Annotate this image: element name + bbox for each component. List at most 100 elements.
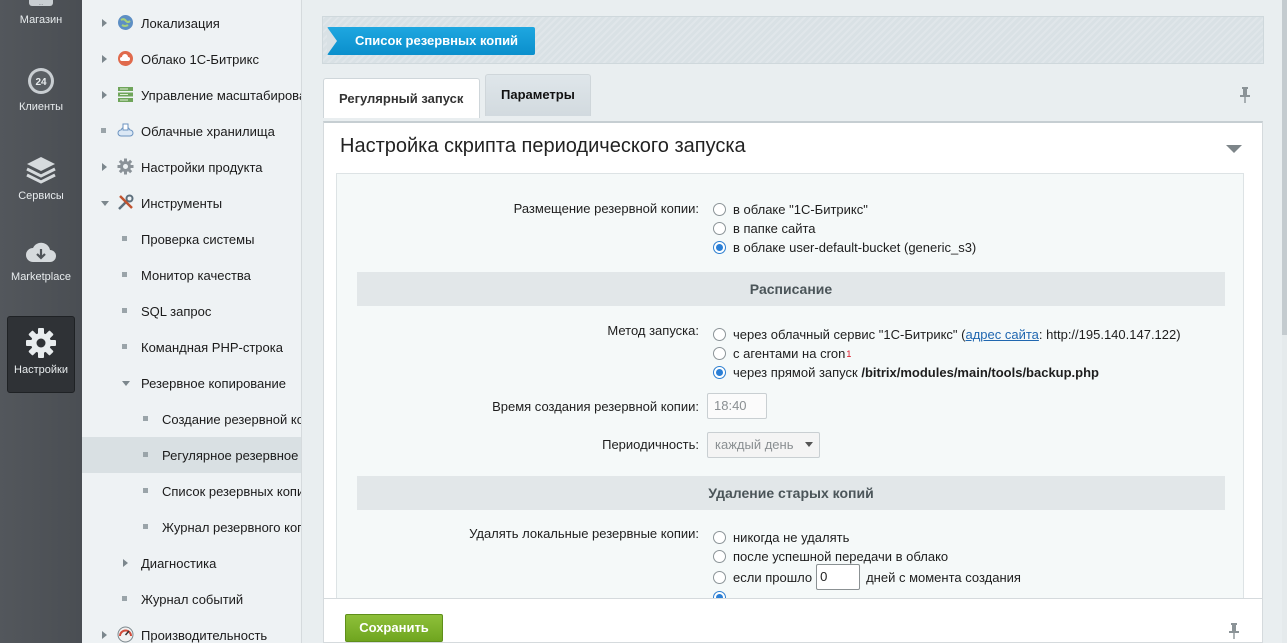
pin-icon[interactable]	[1229, 623, 1239, 639]
clients-24-icon: 24	[28, 68, 54, 94]
period-select[interactable]: каждый день	[707, 432, 820, 458]
method-option-cron-agents[interactable]: с агентами на cron 1	[713, 346, 851, 361]
menu-item-backup-log[interactable]: Журнал резервного коп	[82, 509, 301, 545]
pin-icon[interactable]	[1240, 87, 1250, 103]
placement-option-bitrix-cloud[interactable]: в облаке "1С-Битрикс"	[713, 202, 868, 217]
method-option-direct-run[interactable]: через прямой запуск /bitrix/modules/main…	[713, 365, 1099, 380]
menu-label: Управление масштабирова	[141, 87, 302, 103]
script-path: /bitrix/modules/main/tools/backup.php	[861, 365, 1099, 380]
menu-item-product-settings[interactable]: Настройки продукта	[82, 149, 301, 185]
delete-option-never[interactable]: никогда не удалять	[713, 530, 849, 545]
delete-option-after-days[interactable]: если прошло 0 дней с момента создания	[713, 564, 1021, 590]
menu-label: Монитор качества	[141, 267, 251, 283]
menu-item-performance[interactable]: Производительность	[82, 617, 301, 643]
menu-item-backup-list[interactable]: Список резервных копи	[82, 473, 301, 509]
collapse-toggle-icon[interactable]	[1226, 145, 1242, 153]
radio-button[interactable]	[713, 550, 726, 563]
menu-label: Облако 1С-Битрикс	[141, 51, 259, 67]
bullet-icon	[143, 524, 148, 529]
menu-label: Инструменты	[141, 195, 223, 211]
period-label: Периодичность:	[602, 437, 699, 452]
menu-item-create-backup[interactable]: Создание резервной ко	[82, 401, 302, 437]
settings-form: Размещение резервной копии: в облаке "1С…	[336, 173, 1244, 600]
radio-button[interactable]	[713, 366, 726, 379]
collapse-arrow-icon[interactable]	[122, 381, 130, 386]
radio-button[interactable]	[713, 222, 726, 235]
rail-label: Магазин	[19, 14, 63, 26]
radio-button[interactable]	[713, 570, 726, 584]
menu-item-bitrix-cloud[interactable]: Облако 1С-Битрикс	[82, 41, 301, 77]
menu-item-system-check[interactable]: Проверка системы	[82, 221, 301, 257]
expand-arrow-icon[interactable]	[102, 631, 107, 639]
placement-option-s3-bucket[interactable]: в облаке user-default-bucket (generic_s3…	[713, 240, 976, 255]
menu-item-quality-monitor[interactable]: Монитор качества	[82, 257, 301, 293]
menu-item-cloud-storage[interactable]: Облачные хранилища	[82, 113, 301, 149]
globe-icon	[118, 15, 133, 30]
rail-item-shop[interactable]: ... Магазин	[0, 0, 82, 26]
rail-item-settings[interactable]: Настройки	[7, 316, 75, 393]
panel-title: Настройка скрипта периодического запуска	[340, 135, 746, 157]
tab-parameters[interactable]: Параметры	[485, 74, 591, 116]
page-scrollbar[interactable]	[1282, 0, 1287, 643]
tab-regular-run[interactable]: Регулярный запуск	[323, 78, 480, 118]
menu-label: Диагностика	[141, 555, 217, 571]
option-label: через облачный сервис "1С-Битрикс" (	[733, 327, 966, 342]
placement-option-site-folder[interactable]: в папке сайта	[713, 221, 816, 236]
svg-text:24: 24	[35, 77, 47, 88]
bullet-icon	[122, 272, 127, 277]
expand-arrow-icon[interactable]	[102, 163, 107, 171]
menu-item-tools[interactable]: Инструменты	[82, 185, 301, 221]
settings-panel: Настройка скрипта периодического запуска…	[323, 121, 1263, 601]
backup-list-button[interactable]: Список резервных копий	[327, 27, 536, 55]
menu-item-backup[interactable]: Резервное копирование	[82, 365, 301, 401]
rail-item-clients[interactable]: 24 Клиенты	[0, 66, 82, 113]
menu-item-php-command[interactable]: Командная PHP-строка	[82, 329, 301, 365]
option-label-suffix: дней с момента создания	[866, 569, 1021, 585]
menu-label: SQL запрос	[141, 303, 212, 319]
expand-arrow-icon[interactable]	[102, 55, 107, 63]
radio-button[interactable]	[713, 241, 726, 254]
radio-button[interactable]	[713, 203, 726, 216]
menu-item-event-log[interactable]: Журнал событий	[82, 581, 301, 617]
menu-item-sql-query[interactable]: SQL запрос	[82, 293, 301, 329]
delete-option-after-upload[interactable]: после успешной передачи в облако	[713, 549, 948, 564]
expand-arrow-icon[interactable]	[102, 19, 107, 27]
time-input[interactable]: 18:40	[707, 393, 767, 419]
menu-label: Создание резервной ко	[162, 411, 302, 427]
radio-button[interactable]	[713, 347, 726, 360]
menu-label: Производительность	[141, 627, 268, 643]
menu-item-scaling[interactable]: Управление масштабирова	[82, 77, 302, 113]
collapse-arrow-icon[interactable]	[101, 201, 109, 206]
gear-icon	[117, 158, 134, 175]
option-label: через прямой запуск	[733, 365, 858, 380]
bullet-icon	[101, 128, 106, 133]
expand-arrow-icon[interactable]	[123, 559, 128, 567]
bullet-icon	[143, 416, 148, 421]
rail-label: Клиенты	[18, 101, 64, 113]
option-label: в папке сайта	[733, 221, 816, 236]
days-input[interactable]: 0	[816, 564, 861, 590]
chevron-down-icon	[805, 442, 813, 447]
radio-button[interactable]	[713, 531, 726, 544]
save-button[interactable]: Сохранить	[345, 614, 443, 642]
option-label: с агентами на cron	[733, 346, 846, 361]
method-option-cloud-service[interactable]: через облачный сервис "1С-Битрикс" (адре…	[713, 327, 1181, 342]
placement-label: Размещение резервной копии:	[513, 201, 699, 216]
expand-arrow-icon[interactable]	[102, 91, 107, 99]
rail-label: Настройки	[14, 364, 68, 376]
site-address-link[interactable]: адрес сайта	[965, 327, 1038, 342]
form-footer: Сохранить	[323, 598, 1263, 643]
menu-label: Регулярное резервное	[162, 447, 299, 463]
menu-label: Резервное копирование	[141, 375, 286, 391]
menu-label: Журнал событий	[141, 591, 244, 607]
scrollbar-thumb[interactable]	[1282, 0, 1287, 335]
option-label: в облаке user-default-bucket (generic_s3…	[733, 240, 977, 255]
rail-item-services[interactable]: Сервисы	[0, 155, 82, 202]
menu-item-regular-backup[interactable]: Регулярное резервное	[82, 437, 301, 473]
rail-label: Сервисы	[18, 190, 64, 202]
radio-button[interactable]	[713, 328, 726, 341]
rail-item-marketplace[interactable]: Marketplace	[0, 240, 82, 283]
menu-item-localization[interactable]: Локализация	[82, 5, 301, 41]
menu-item-diagnostics[interactable]: Диагностика	[82, 545, 301, 581]
bullet-icon	[122, 596, 127, 601]
